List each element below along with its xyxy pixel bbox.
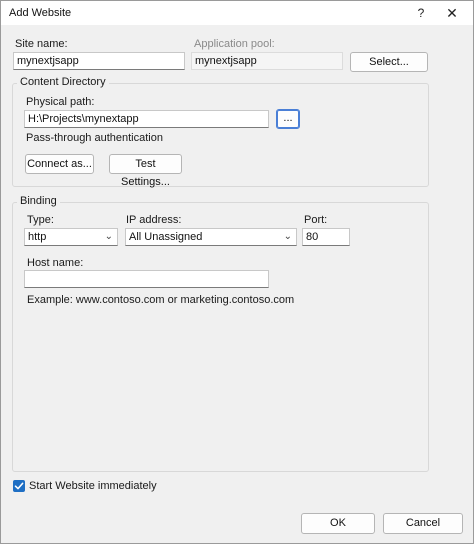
- start-website-label[interactable]: Start Website immediately: [29, 480, 157, 492]
- ip-address-select[interactable]: All Unassigned ⌄: [125, 228, 297, 246]
- physical-path-label: Physical path:: [26, 96, 95, 108]
- start-website-checkbox[interactable]: [13, 480, 25, 492]
- chevron-down-icon: ⌄: [104, 231, 113, 242]
- passthrough-auth-label: Pass-through authentication: [26, 132, 163, 144]
- add-website-dialog: Add Website ? ✕ Site name: mynextjsapp A…: [0, 0, 474, 544]
- select-pool-button[interactable]: Select...: [350, 52, 428, 72]
- window-title: Add Website: [9, 7, 72, 19]
- application-pool-field: mynextjsapp: [191, 52, 343, 70]
- physical-path-input[interactable]: H:\Projects\mynextapp: [24, 110, 269, 128]
- host-name-label: Host name:: [27, 257, 84, 269]
- checkmark-icon: [14, 482, 24, 490]
- binding-legend: Binding: [17, 195, 60, 207]
- title-bar: Add Website ? ✕: [1, 1, 473, 25]
- browse-path-button[interactable]: ...: [276, 109, 300, 129]
- connect-as-button[interactable]: Connect as...: [25, 154, 94, 174]
- site-name-input[interactable]: mynextjsapp: [13, 52, 185, 70]
- chevron-down-icon: ⌄: [283, 231, 292, 242]
- ip-address-label: IP address:: [126, 214, 182, 226]
- host-name-example: Example: www.contoso.com or marketing.co…: [27, 294, 295, 306]
- port-label: Port:: [304, 214, 328, 226]
- type-label: Type:: [27, 214, 54, 226]
- ok-button[interactable]: OK: [301, 513, 375, 534]
- cancel-button[interactable]: Cancel: [383, 513, 463, 534]
- application-pool-label: Application pool:: [194, 38, 275, 50]
- site-name-label: Site name:: [15, 38, 68, 50]
- help-icon[interactable]: ?: [411, 3, 431, 23]
- port-input[interactable]: 80: [302, 228, 350, 246]
- type-select[interactable]: http ⌄: [24, 228, 118, 246]
- content-directory-legend: Content Directory: [17, 76, 109, 88]
- test-settings-button[interactable]: Test Settings...: [109, 154, 182, 188]
- type-select-value: http: [28, 231, 47, 243]
- host-name-input[interactable]: [24, 270, 269, 288]
- close-icon[interactable]: ✕: [441, 3, 463, 23]
- ip-address-select-value: All Unassigned: [129, 231, 203, 243]
